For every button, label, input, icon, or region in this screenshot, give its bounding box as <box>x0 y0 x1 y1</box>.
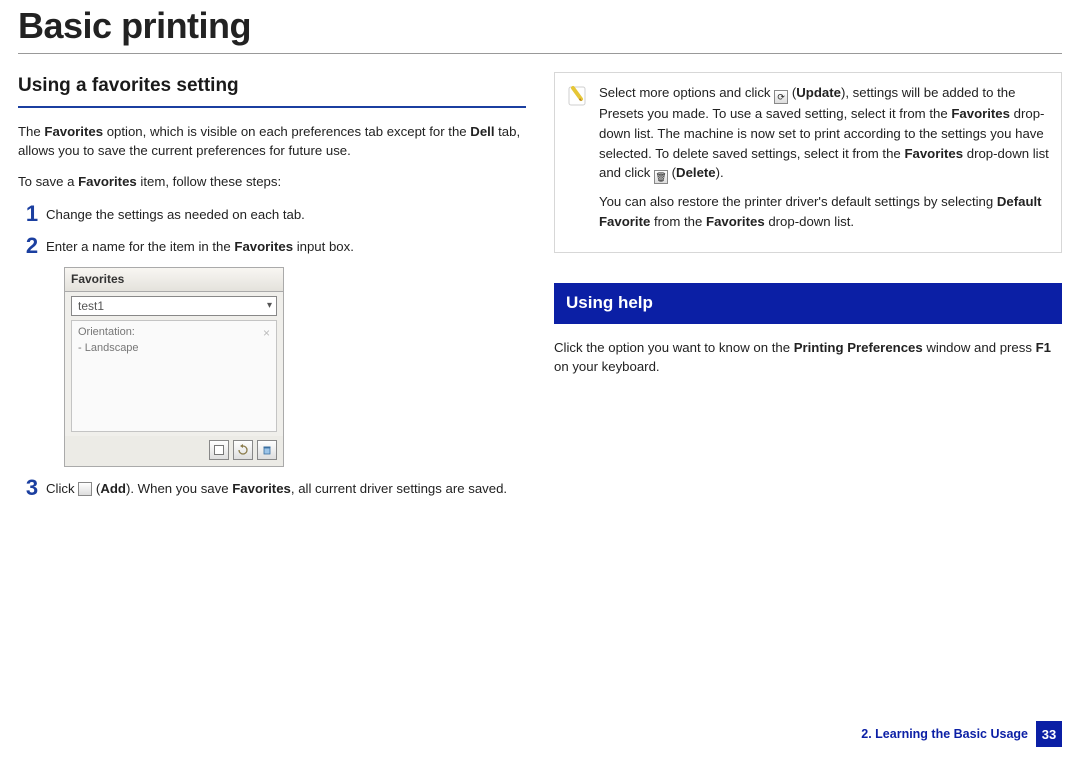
left-column: Using a favorites setting The Favorites … <box>18 72 526 509</box>
right-column: Select more options and click ⟳ ( Update)… <box>554 72 1062 509</box>
favorites-button-row <box>65 436 283 466</box>
text-bold: Dell <box>470 124 494 139</box>
text: Click <box>46 481 78 496</box>
step-body: Click (Add). When you save Favorites, al… <box>46 477 526 498</box>
text: Select more options and click <box>599 85 774 100</box>
page-title: Basic printing <box>0 0 1080 53</box>
step-3: 3 Click (Add). When you save Favorites, … <box>18 477 526 499</box>
text: drop-down list. <box>765 214 854 229</box>
text-bold: Favorites <box>904 146 963 161</box>
text: Enter a name for the item in the <box>46 239 234 254</box>
detail-line: - Landscape <box>78 341 270 356</box>
note-icon <box>567 83 589 113</box>
close-icon[interactable]: × <box>263 325 270 342</box>
text-bold: Favorites <box>44 124 103 139</box>
text: on your keyboard. <box>554 359 660 374</box>
text-bold: Favorites <box>706 214 765 229</box>
favorites-intro: The Favorites option, which is visible o… <box>18 122 526 160</box>
text-bold: Add <box>100 481 126 496</box>
square-icon <box>213 444 225 456</box>
text-bold: F1 <box>1036 340 1051 355</box>
title-rule <box>18 53 1062 54</box>
favorites-details: × Orientation: - Landscape <box>71 320 277 432</box>
text-bold: Delete <box>676 165 716 180</box>
step-number: 2 <box>18 235 46 257</box>
text-bold: Favorites <box>78 174 137 189</box>
step-number: 1 <box>18 203 46 225</box>
text-bold: Favorites <box>234 239 293 254</box>
text: To save a <box>18 174 78 189</box>
help-paragraph: Click the option you want to know on the… <box>554 338 1062 376</box>
text-bold: Update <box>796 85 841 100</box>
text: ( <box>668 165 676 180</box>
step-2: 2 Enter a name for the item in the Favor… <box>18 235 526 257</box>
step-number: 3 <box>18 477 46 499</box>
tip-p1: Select more options and click ⟳ ( Update)… <box>599 83 1049 184</box>
update-icon: ⟳ <box>774 90 788 104</box>
text-bold: Printing Preferences <box>794 340 923 355</box>
favorites-heading: Using a favorites setting <box>18 72 526 108</box>
text: window and press <box>923 340 1036 355</box>
tip-box: Select more options and click ⟳ ( Update)… <box>554 72 1062 253</box>
text: input box. <box>293 239 354 254</box>
favorites-steps-intro: To save a Favorites item, follow these s… <box>18 172 526 191</box>
steps-list: 1 Change the settings as needed on each … <box>18 203 526 499</box>
text: from the <box>650 214 706 229</box>
delete-icon: 🗑 <box>654 170 668 184</box>
tip-text: Select more options and click ⟳ ( Update)… <box>599 83 1049 240</box>
text: The <box>18 124 44 139</box>
step-body: Enter a name for the item in the Favorit… <box>46 235 526 256</box>
detail-line: Orientation: <box>78 325 270 340</box>
trash-icon <box>261 444 273 456</box>
step-body: Change the settings as needed on each ta… <box>46 203 526 224</box>
content-columns: Using a favorites setting The Favorites … <box>0 72 1080 509</box>
update-button[interactable] <box>233 440 253 460</box>
add-icon <box>78 482 92 496</box>
text-bold: Favorites <box>232 481 291 496</box>
step-1: 1 Change the settings as needed on each … <box>18 203 526 225</box>
favorites-selected: test1 <box>78 298 104 315</box>
using-help-heading: Using help <box>554 283 1062 324</box>
text: , all current driver settings are saved. <box>291 481 507 496</box>
text: Click the option you want to know on the <box>554 340 794 355</box>
text: You can also restore the printer driver'… <box>599 194 997 209</box>
delete-button[interactable] <box>257 440 277 460</box>
page-number: 33 <box>1036 721 1062 747</box>
text-bold: Favorites <box>951 106 1010 121</box>
text: ). When you save <box>126 481 232 496</box>
text: ). <box>716 165 724 180</box>
favorites-panel: Favorites test1 ▾ × Orientation: - Lands… <box>64 267 284 467</box>
favorites-panel-header: Favorites <box>65 268 283 292</box>
text: option, which is visible on each prefere… <box>103 124 470 139</box>
add-button[interactable] <box>209 440 229 460</box>
tip-p2: You can also restore the printer driver'… <box>599 192 1049 232</box>
favorites-dropdown[interactable]: test1 ▾ <box>71 296 277 316</box>
page-footer: 2. Learning the Basic Usage 33 <box>861 721 1062 747</box>
chapter-label: 2. Learning the Basic Usage <box>861 727 1028 741</box>
chevron-down-icon: ▾ <box>267 299 272 314</box>
refresh-icon <box>237 444 249 456</box>
text: item, follow these steps: <box>137 174 281 189</box>
